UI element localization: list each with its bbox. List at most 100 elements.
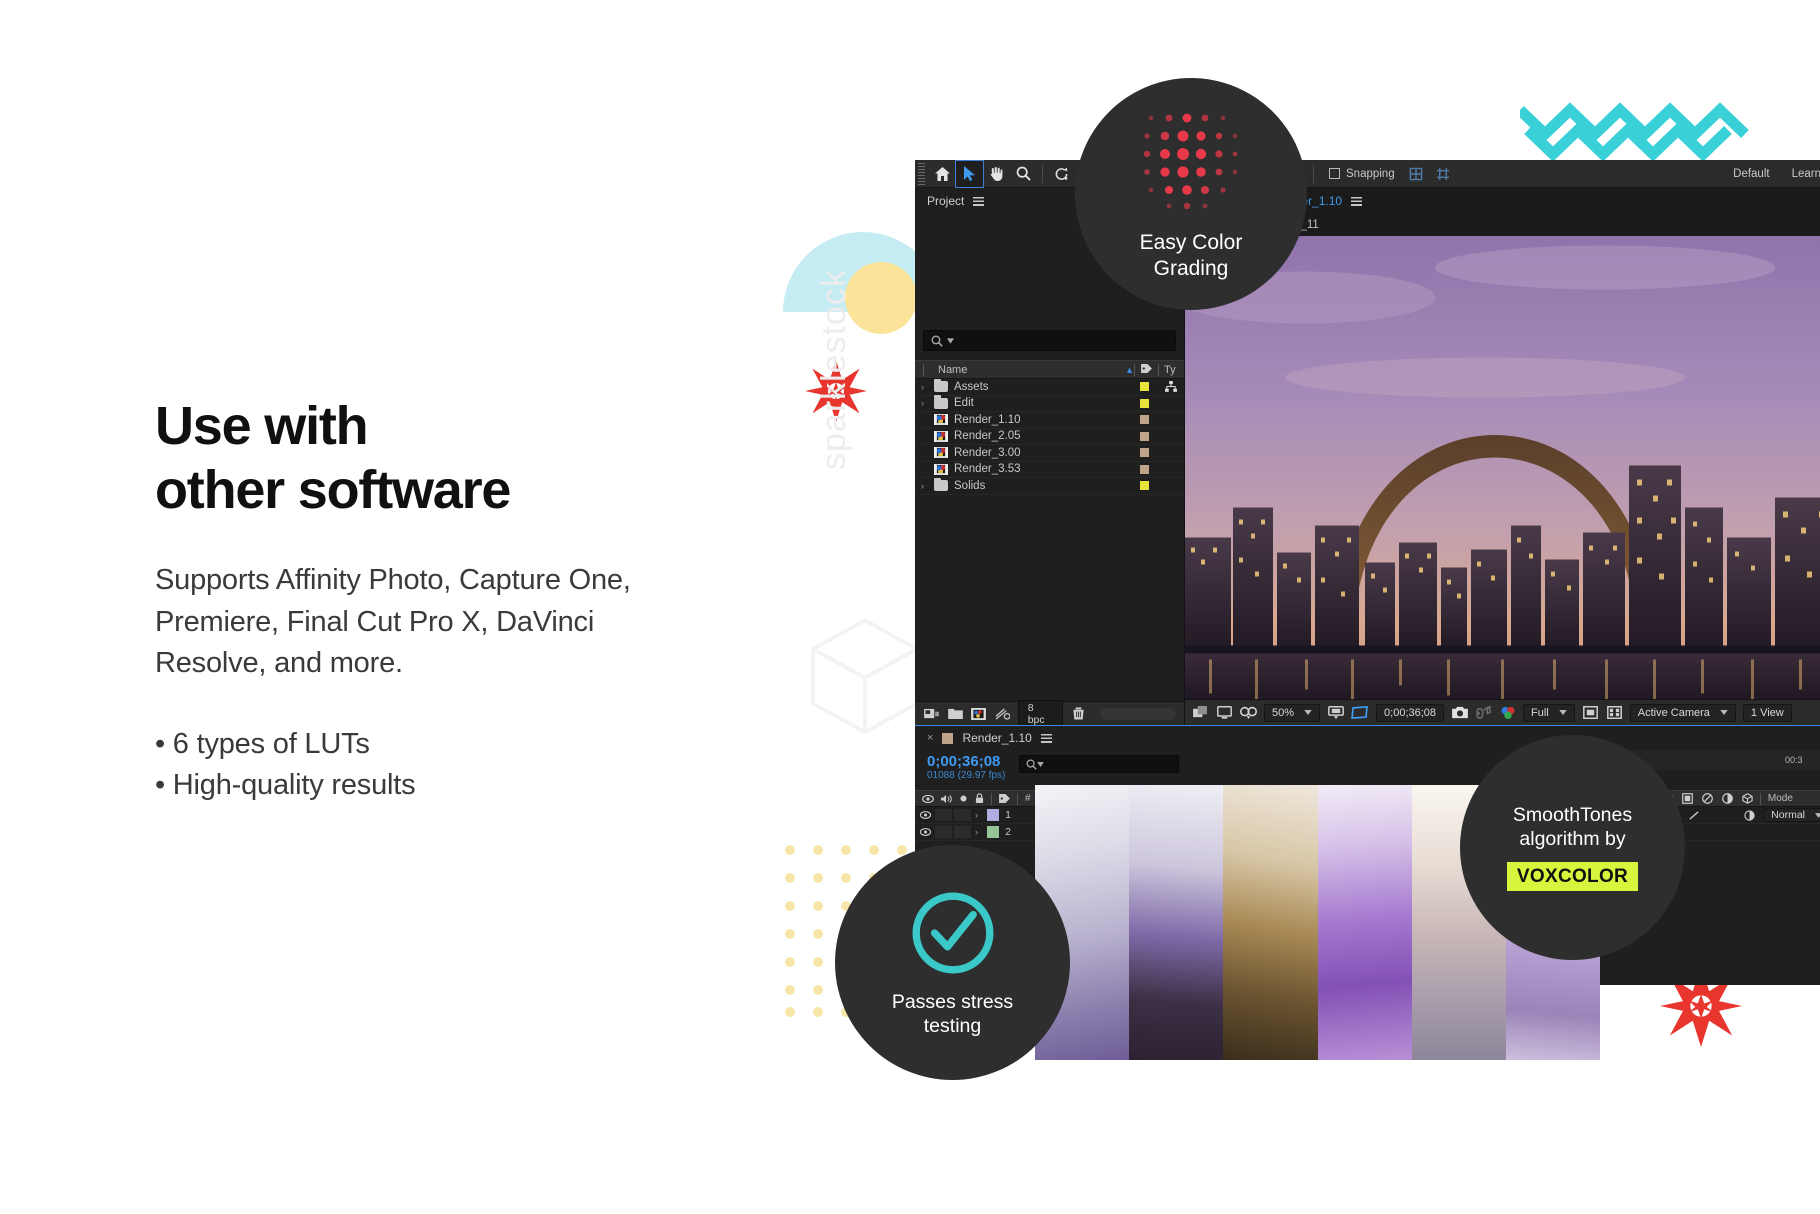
project-list-item[interactable]: Render_2.05 <box>915 429 1184 445</box>
3d-layer-icon <box>1742 793 1753 804</box>
grid-icon[interactable] <box>1430 161 1457 187</box>
panel-menu-icon[interactable] <box>1351 196 1363 206</box>
alpha-icon[interactable] <box>1606 706 1623 719</box>
view-layout-select[interactable]: 1 View <box>1742 703 1792 722</box>
sparklestock-watermark: sparklestock <box>815 269 853 470</box>
workspace-default[interactable]: Default <box>1733 168 1769 180</box>
disclosure-triangle-icon[interactable]: › <box>921 481 934 491</box>
transparency-grid-icon[interactable] <box>1582 706 1599 719</box>
hierarchy-icon <box>1158 381 1184 393</box>
mode-column-header[interactable]: Mode <box>1761 793 1815 804</box>
disclosure-triangle-icon[interactable]: › <box>975 810 987 820</box>
region-of-interest-icon[interactable] <box>1327 706 1344 719</box>
new-composition-icon[interactable] <box>970 706 987 721</box>
interpret-footage-icon[interactable] <box>923 706 940 721</box>
3d-glasses-icon[interactable] <box>1240 706 1257 719</box>
resolution-select[interactable]: Full <box>1523 703 1575 722</box>
disclosure-triangle-icon[interactable]: › <box>975 827 987 837</box>
zoom-level-select[interactable]: 50% <box>1264 703 1321 722</box>
home-icon[interactable] <box>929 161 956 187</box>
folder-icon <box>934 395 954 409</box>
hand-icon[interactable] <box>983 161 1010 187</box>
label-color-swatch[interactable] <box>1140 481 1149 491</box>
disclosure-triangle-icon[interactable]: › <box>921 382 934 392</box>
show-snapshot-icon[interactable] <box>1475 706 1492 719</box>
snapping-toggle[interactable]: Snapping <box>1329 168 1395 180</box>
column-type[interactable]: Ty <box>1158 363 1184 376</box>
chevron-down-icon <box>1815 812 1820 818</box>
delete-icon[interactable] <box>1070 706 1087 721</box>
search-icon <box>1026 758 1037 770</box>
layer-switches-header <box>915 793 991 804</box>
display-icon[interactable] <box>1216 706 1233 719</box>
rotation-icon[interactable] <box>1048 161 1075 187</box>
layer-solo-toggle[interactable] <box>954 809 971 821</box>
mask-icon[interactable] <box>1351 706 1369 719</box>
trkmat-column-header[interactable]: T <box>1815 793 1820 804</box>
panel-scrollbar[interactable] <box>1099 707 1177 720</box>
workspace-learn[interactable]: Learn <box>1792 168 1820 180</box>
composition-icon <box>934 430 954 442</box>
label-color-column-icon[interactable] <box>1134 363 1158 376</box>
label-column-header <box>992 794 1017 803</box>
project-list-item[interactable]: › Edit <box>915 395 1184 412</box>
layer-visibility-toggle[interactable] <box>915 811 935 819</box>
quality-icon <box>1689 810 1699 820</box>
composition-viewer[interactable] <box>1185 236 1820 699</box>
channel-icon[interactable] <box>1499 706 1516 720</box>
toolbar-drag-handle[interactable] <box>918 162 925 185</box>
project-list-item[interactable]: Render_1.10 <box>915 412 1184 429</box>
project-list-item[interactable]: Render_3.00 <box>915 445 1184 462</box>
layer-color-chip[interactable] <box>987 809 999 821</box>
snapping-checkbox[interactable] <box>1329 168 1340 179</box>
label-color-swatch[interactable] <box>1140 398 1149 408</box>
layer-color-chip[interactable] <box>987 826 999 838</box>
layer-index: 2 <box>1005 826 1011 838</box>
current-timecode[interactable]: 0;00;36;08 <box>1376 703 1445 722</box>
sort-ascending-icon[interactable]: ▲ <box>1125 365 1134 375</box>
layer-index: 1 <box>1005 809 1011 821</box>
column-name[interactable]: Name <box>923 363 967 376</box>
toggle-transparency-icon[interactable] <box>1192 706 1209 719</box>
layer-solo-toggle[interactable] <box>954 826 971 838</box>
views-value: 1 View <box>1750 706 1784 719</box>
align-icon[interactable] <box>1403 161 1430 187</box>
timeline-timecode-block[interactable]: 0;00;36;08 01088 (29.97 fps) <box>915 750 1011 790</box>
project-search-input[interactable] <box>923 330 1176 351</box>
chevron-down-icon <box>1559 710 1567 715</box>
disclosure-triangle-icon[interactable]: › <box>921 398 934 408</box>
selection-arrow-icon[interactable] <box>955 160 984 188</box>
camera-select[interactable]: Active Camera <box>1629 703 1736 722</box>
panel-menu-icon[interactable] <box>973 196 985 206</box>
timeline-tab[interactable]: × Render_1.10 <box>915 726 1820 750</box>
timecode-value: 0;00;36;08 <box>1384 706 1437 719</box>
label-color-swatch[interactable] <box>1140 464 1149 474</box>
label-color-swatch[interactable] <box>1140 431 1149 441</box>
label-color-swatch[interactable] <box>1140 382 1149 392</box>
project-settings-icon[interactable] <box>994 706 1011 721</box>
project-list-item[interactable]: › Assets <box>915 378 1184 396</box>
workspace-switcher[interactable]: Default Learn <box>1733 168 1820 180</box>
chevron-down-icon[interactable] <box>1037 761 1044 767</box>
zoom-icon[interactable] <box>1010 161 1037 187</box>
layer-audio-toggle[interactable] <box>935 826 952 838</box>
project-list-item[interactable]: › Solids <box>915 477 1184 495</box>
blend-mode-value: Normal <box>1771 809 1805 821</box>
blend-mode-select[interactable]: Normal <box>1764 808 1820 822</box>
project-list-item[interactable]: Render_3.53 <box>915 462 1184 478</box>
label-color-swatch[interactable] <box>1140 415 1149 425</box>
collapse-transform-icon <box>1744 809 1755 821</box>
close-icon[interactable]: × <box>927 732 933 744</box>
snapshot-icon[interactable] <box>1451 706 1468 719</box>
adjustment-layer-icon <box>1702 793 1713 804</box>
label-color-swatch[interactable] <box>1140 448 1149 458</box>
project-item-name: Render_3.53 <box>954 463 1021 476</box>
layer-visibility-toggle[interactable] <box>915 828 935 836</box>
timeline-search-input[interactable] <box>1019 755 1179 773</box>
feature-list: • 6 types of LUTs • High-quality results <box>155 724 755 806</box>
bit-depth-label[interactable]: 8 bpc <box>1017 699 1063 728</box>
new-folder-icon[interactable] <box>947 706 964 721</box>
layer-audio-toggle[interactable] <box>935 809 952 821</box>
panel-menu-icon[interactable] <box>1040 733 1052 743</box>
chevron-down-icon[interactable] <box>947 337 954 344</box>
